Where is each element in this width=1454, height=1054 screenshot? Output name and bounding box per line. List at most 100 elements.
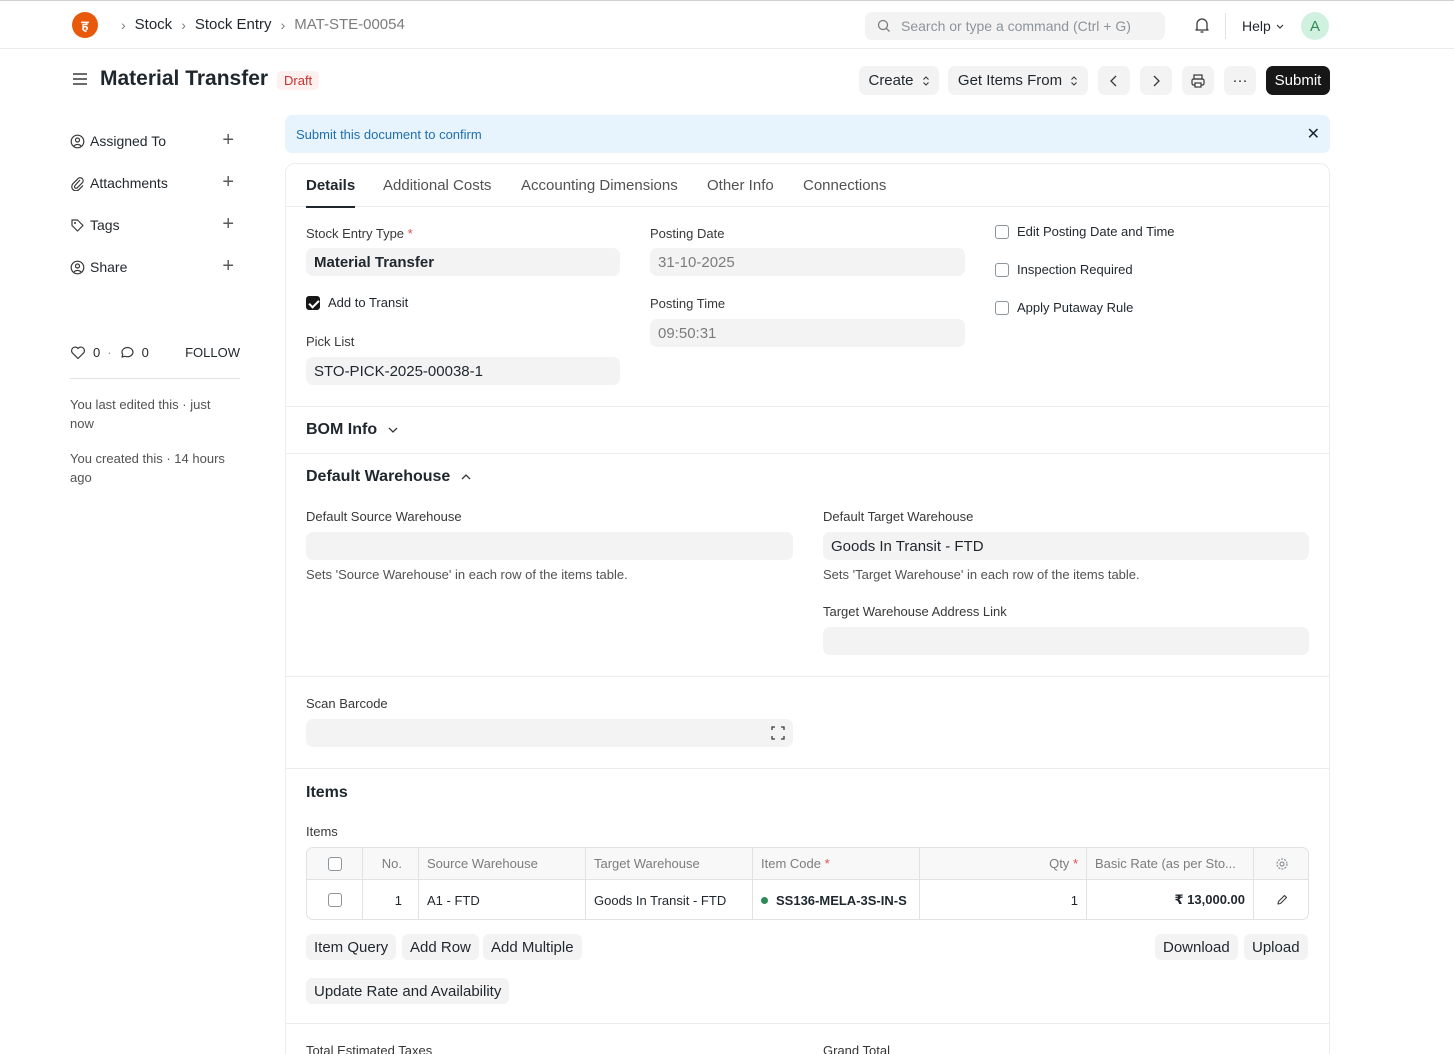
heart-icon[interactable] [70,345,86,360]
sidebar-item-assigned-to[interactable]: Assigned To + [70,130,240,152]
item-code-text: SS136-MELA-3S-IN-S [776,892,907,908]
menu-icon[interactable] [72,71,88,92]
avatar[interactable]: A [1301,12,1329,40]
row-checkbox[interactable] [327,893,342,907]
more-actions-button[interactable]: ··· [1224,66,1256,95]
breadcrumb: › Stock › Stock Entry › MAT-STE-00054 [112,16,405,33]
table-row[interactable]: 1 A1 - FTD Goods In Transit - FTD SS136-… [307,880,1308,919]
sidebar-item-tags[interactable]: Tags + [70,214,240,236]
add-row-button[interactable]: Add Row [402,934,479,960]
sidebar-item-label: Assigned To [90,133,167,149]
comment-icon[interactable] [119,345,135,360]
app-logo[interactable]: ह [72,12,98,38]
checkbox-unchecked[interactable] [995,224,1009,239]
help-dropdown[interactable]: Help [1242,18,1285,34]
bom-info-section-toggle[interactable]: BOM Info [306,421,399,439]
plus-icon[interactable]: + [222,256,234,276]
search-icon [877,19,890,32]
close-icon[interactable]: ✕ [1307,124,1320,144]
checkbox-unchecked[interactable] [995,262,1009,277]
posting-date-label: Posting Date [650,226,725,241]
required-marker: * [1072,856,1078,871]
items-section-title: Items [306,784,348,801]
submit-label: Submit [1274,72,1322,89]
checkbox-checked[interactable] [306,295,320,310]
pencil-icon[interactable] [1276,894,1288,906]
scan-icon[interactable] [771,726,785,740]
download-button[interactable]: Download [1155,934,1238,960]
submit-alert: Submit this document to confirm ✕ [285,115,1330,153]
source-warehouse-description: Sets 'Source Warehouse' in each row of t… [306,567,628,582]
update-rate-button[interactable]: Update Rate and Availability [306,978,510,1004]
tab-other-info[interactable]: Other Info [707,177,774,194]
row-basic-rate[interactable]: ₹ 13,000.00 [1087,880,1254,919]
column-header-no: No. [363,848,419,879]
item-query-button[interactable]: Item Query [306,934,397,960]
chevron-down-icon [388,427,398,433]
items-table-label: Items [306,824,338,839]
chevron-down-icon [1276,24,1284,29]
next-doc-button[interactable] [1140,66,1172,95]
row-select-cell [307,880,363,919]
default-warehouse-section-toggle[interactable]: Default Warehouse [306,468,472,486]
search-placeholder: Search or type a command (Ctrl + G) [901,18,1131,34]
row-no: 1 [363,880,419,919]
column-settings-cell [1254,848,1308,879]
row-qty[interactable]: 1 [920,880,1087,919]
plus-icon[interactable]: + [222,130,234,150]
create-button[interactable]: Create [859,66,939,95]
submit-button[interactable]: Submit [1266,66,1330,95]
sidebar-item-label: Tags [90,217,120,233]
add-to-transit-checkbox[interactable]: Add to Transit [306,295,408,310]
default-source-warehouse-field[interactable] [306,532,793,560]
row-source-warehouse[interactable]: A1 - FTD [419,880,586,919]
header-text: Qty [1049,856,1070,871]
row-item-code[interactable]: SS136-MELA-3S-IN-S [753,880,920,919]
bell-icon[interactable] [1193,16,1211,39]
plus-icon[interactable]: + [222,214,234,234]
chevron-right-icon: › [280,16,286,33]
alert-text: Submit this document to confirm [296,126,482,142]
scan-barcode-field[interactable] [306,719,793,747]
navbar-divider [1225,13,1226,39]
posting-date-field[interactable]: 31-10-2025 [650,248,965,276]
search-input[interactable]: Search or type a command (Ctrl + G) [865,12,1165,40]
total-estimated-taxes-label: Total Estimated Taxes [306,1043,433,1054]
apply-putaway-label: Apply Putaway Rule [1017,300,1134,315]
sidebar-item-share[interactable]: Share + [70,256,240,278]
tab-connections[interactable]: Connections [803,177,886,194]
breadcrumb-stock-entry[interactable]: Stock Entry [195,16,272,33]
gear-icon[interactable] [1275,857,1289,871]
create-label: Create [868,72,914,89]
posting-time-field[interactable]: 09:50:31 [650,319,965,347]
stock-entry-type-field[interactable]: Material Transfer [306,248,620,276]
select-all-checkbox[interactable] [327,856,342,871]
target-address-field[interactable] [823,627,1309,655]
inspection-required-checkbox[interactable]: Inspection Required [995,262,1133,277]
pick-list-field[interactable]: STO-PICK-2025-00038-1 [306,357,620,385]
help-label: Help [1242,18,1271,34]
edit-posting-checkbox[interactable]: Edit Posting Date and Time [995,224,1175,239]
tab-additional-costs[interactable]: Additional Costs [383,177,491,194]
get-items-from-button[interactable]: Get Items From [948,66,1088,95]
plus-icon[interactable]: + [222,172,234,192]
default-target-warehouse-field[interactable]: Goods In Transit - FTD [823,532,1309,560]
breadcrumb-current[interactable]: MAT-STE-00054 [294,16,405,33]
inspection-required-label: Inspection Required [1017,262,1133,277]
apply-putaway-checkbox[interactable]: Apply Putaway Rule [995,300,1133,315]
upload-button[interactable]: Upload [1244,934,1308,960]
tab-details[interactable]: Details [306,177,356,208]
checkbox-unchecked[interactable] [995,300,1009,315]
form-tabs: Details Additional Costs Accounting Dime… [286,164,1329,208]
sidebar-item-attachments[interactable]: Attachments + [70,172,240,194]
add-multiple-button[interactable]: Add Multiple [483,934,582,960]
tab-accounting-dimensions[interactable]: Accounting Dimensions [521,177,678,194]
breadcrumb-stock[interactable]: Stock [135,16,173,33]
row-target-warehouse[interactable]: Goods In Transit - FTD [586,880,753,919]
prev-doc-button[interactable] [1098,66,1130,95]
posting-time-label: Posting Time [650,296,726,311]
print-button[interactable] [1182,66,1214,95]
follow-button[interactable]: FOLLOW [185,345,240,360]
navbar: ह › Stock › Stock Entry › MAT-STE-00054 … [0,1,1454,49]
label-text: Stock Entry Type [306,226,405,241]
